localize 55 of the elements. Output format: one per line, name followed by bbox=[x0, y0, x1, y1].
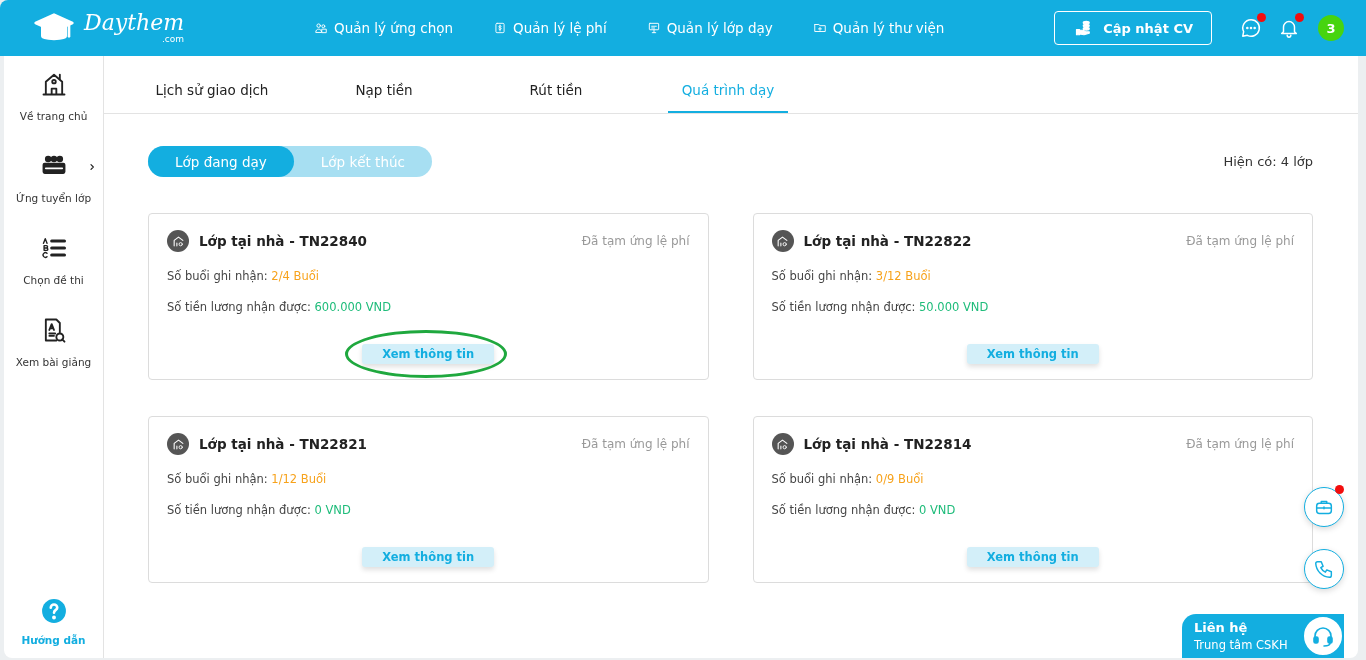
class-title: Lớp tại nhà - TN22840 bbox=[199, 233, 367, 249]
contact-subtitle: Trung tâm CSKH bbox=[1194, 638, 1288, 652]
nav-link[interactable]: Quản lý lệ phí bbox=[493, 20, 607, 36]
salary-text: Số tiền lương nhận được: 600.000 VND bbox=[167, 300, 393, 314]
nav-link[interactable]: Quản lý ứng chọn bbox=[314, 20, 454, 36]
chat-icon bbox=[1240, 17, 1262, 39]
sessions-text: Số buổi ghi nhận: 0/9 Buổi bbox=[771, 472, 925, 486]
sidebar-item[interactable]: Về trang chủ bbox=[4, 70, 103, 122]
home-badge-icon bbox=[167, 230, 189, 252]
sessions-text: Số buổi ghi nhận: 1/12 Buổi bbox=[167, 472, 328, 486]
class-status: Đã tạm ứng lệ phí bbox=[581, 234, 690, 248]
logo-domain: .com bbox=[162, 35, 185, 44]
avatar[interactable]: 3 bbox=[1318, 15, 1344, 41]
nav-link[interactable]: Quản lý lớp dạy bbox=[646, 20, 773, 36]
class-status: Đã tạm ứng lệ phí bbox=[581, 437, 690, 451]
class-count: Hiện có: 4 lớp bbox=[1223, 154, 1313, 169]
salary-text: Số tiền lương nhận được: 0 VND bbox=[167, 503, 352, 517]
class-title: Lớp tại nhà - TN22822 bbox=[803, 233, 972, 249]
update-cv-button[interactable]: Cập nhật CV bbox=[1054, 11, 1212, 45]
contact-title: Liên hệ bbox=[1194, 620, 1249, 635]
class-status: Đã tạm ứng lệ phí bbox=[1186, 234, 1294, 248]
people-icon bbox=[314, 21, 328, 35]
sessions-text: Số buổi ghi nhận: 3/12 Buổi bbox=[771, 269, 932, 283]
segment-tab[interactable]: Lớp kết thúc bbox=[293, 146, 432, 177]
segment-tab[interactable]: Lớp đang dạy bbox=[148, 146, 294, 177]
sidebar-item[interactable]: Xem bài giảng bbox=[4, 316, 103, 368]
view-info-button[interactable]: Xem thông tin bbox=[966, 547, 1099, 567]
class-title: Lớp tại nhà - TN22821 bbox=[199, 436, 367, 452]
help-link[interactable]: Hướng dẫn bbox=[4, 598, 103, 646]
tab[interactable]: Quá trình dạy bbox=[668, 68, 788, 113]
question-icon bbox=[40, 598, 67, 624]
view-info-button[interactable]: Xem thông tin bbox=[362, 344, 495, 364]
logo-text: Daythem bbox=[84, 12, 185, 34]
view-info-button[interactable]: Xem thông tin bbox=[966, 344, 1099, 364]
home-badge-icon bbox=[167, 433, 189, 455]
nav-link[interactable]: Quản lý thư viện bbox=[812, 20, 945, 36]
dollar-icon bbox=[493, 21, 508, 35]
presentation-icon bbox=[646, 21, 661, 35]
phone-icon bbox=[1313, 558, 1335, 580]
tab[interactable]: Rút tiền bbox=[470, 68, 642, 113]
unread-dot bbox=[1295, 13, 1304, 22]
home-badge-icon bbox=[771, 230, 794, 252]
salary-text: Số tiền lương nhận được: 50.000 VND bbox=[771, 300, 990, 314]
class-status: Đã tạm ứng lệ phí bbox=[1186, 437, 1294, 451]
folder-icon bbox=[812, 21, 827, 35]
contact-panel[interactable]: Liên hệ Trung tâm CSKH bbox=[1182, 614, 1344, 658]
sessions-text: Số buổi ghi nhận: 2/4 Buổi bbox=[167, 269, 320, 283]
view-info-button[interactable]: Xem thông tin bbox=[362, 547, 495, 567]
salary-text: Số tiền lương nhận được: 0 VND bbox=[771, 503, 957, 517]
sidebar-item[interactable]: Ứng tuyển lớp bbox=[4, 152, 103, 204]
tab[interactable]: Nạp tiền bbox=[298, 68, 470, 113]
class-title: Lớp tại nhà - TN22814 bbox=[803, 436, 972, 452]
home-badge-icon bbox=[771, 433, 794, 455]
sidebar-item[interactable]: Chọn đề thi bbox=[4, 234, 103, 286]
tab[interactable]: Lịch sử giao dịch bbox=[126, 68, 298, 113]
